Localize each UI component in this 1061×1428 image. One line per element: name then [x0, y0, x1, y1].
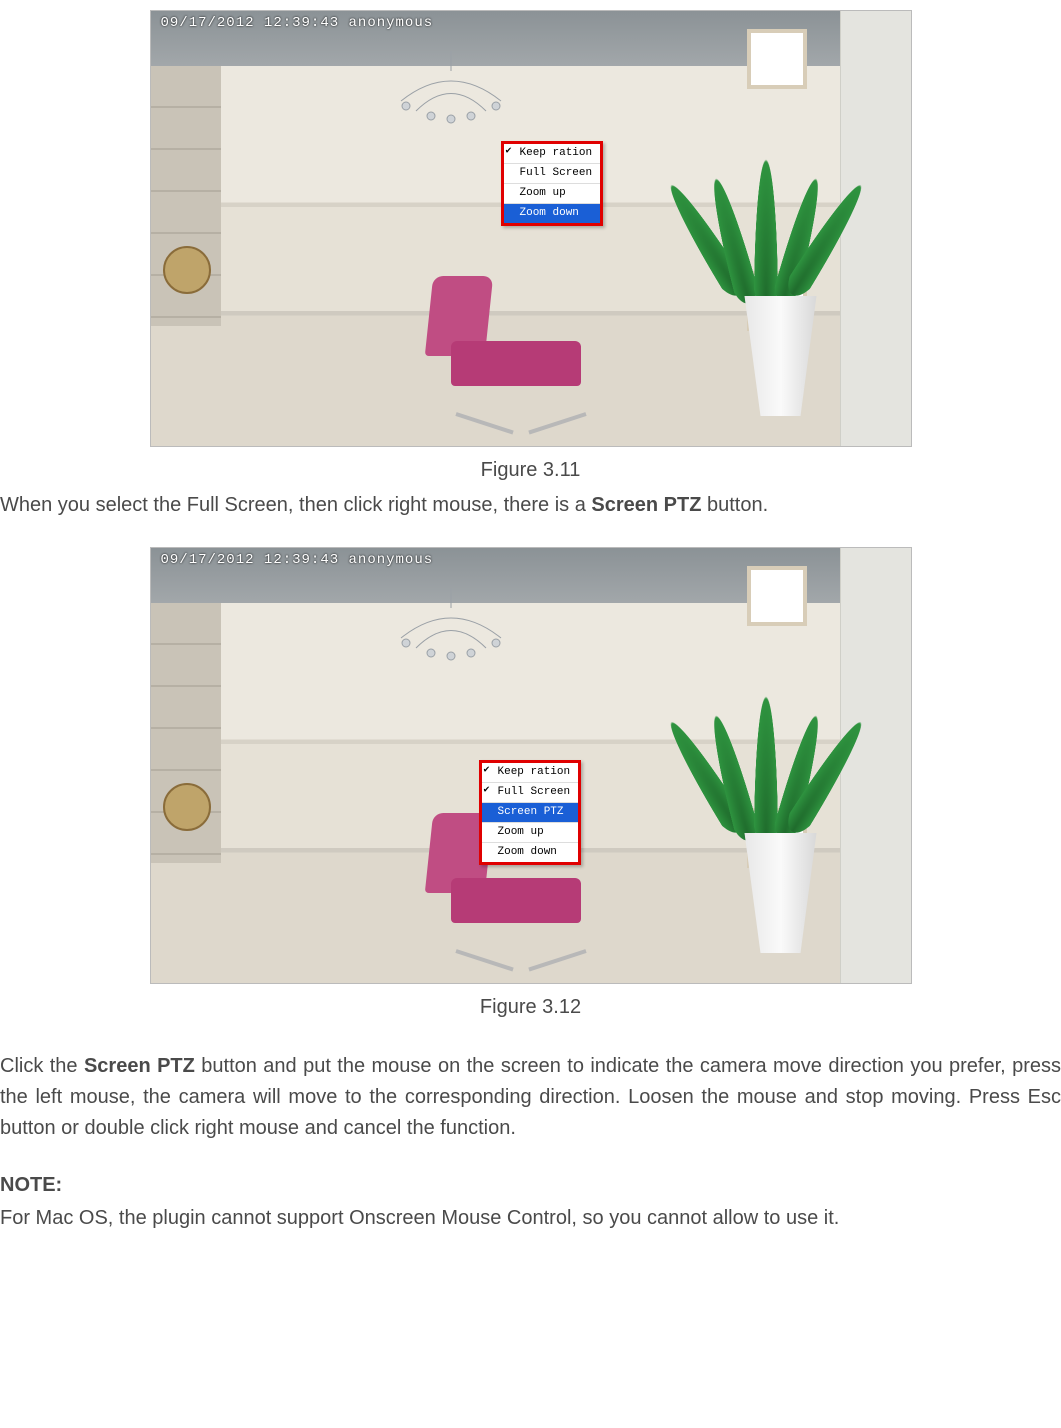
scene-planter [741, 833, 821, 953]
scene-plant [681, 663, 851, 843]
paragraph-after-fig-3-12: Click the Screen PTZ button and put the … [0, 1051, 1061, 1144]
figure-3-12-screenshot: 09/17/2012 12:39:43 anonymous Keep ratio… [150, 547, 912, 984]
scene-plant [681, 126, 851, 306]
scene-left-wall [151, 66, 221, 326]
camera-timestamp-overlay: 09/17/2012 12:39:43 anonymous [161, 13, 434, 35]
scene-chair [411, 276, 621, 416]
figure-3-12-caption: Figure 3.12 [0, 992, 1061, 1023]
scene-left-wall [151, 603, 221, 863]
text: button. [701, 494, 768, 516]
context-menu-item[interactable]: Zoom up [482, 823, 578, 843]
context-menu-item[interactable]: Keep ration [482, 763, 578, 783]
text-bold: Screen PTZ [591, 494, 701, 516]
figure-3-11-caption: Figure 3.11 [0, 455, 1061, 486]
context-menu[interactable]: Keep rationFull ScreenZoom upZoom down [501, 141, 603, 226]
context-menu-item[interactable]: Zoom down [504, 204, 600, 223]
context-menu[interactable]: Keep rationFull ScreenScreen PTZZoom upZ… [479, 760, 581, 865]
context-menu-item[interactable]: Full Screen [482, 783, 578, 803]
scene-picture-frame [747, 566, 807, 626]
context-menu-item[interactable]: Full Screen [504, 164, 600, 184]
context-menu-item[interactable]: Zoom up [504, 184, 600, 204]
scene-chandelier [381, 51, 521, 141]
camera-timestamp-overlay: 09/17/2012 12:39:43 anonymous [161, 550, 434, 572]
text: When you select the Full Screen, then cl… [0, 494, 591, 516]
context-menu-item[interactable]: Keep ration [504, 144, 600, 164]
note-body: For Mac OS, the plugin cannot support On… [0, 1203, 1061, 1234]
scene-planter [741, 296, 821, 416]
context-menu-item[interactable]: Screen PTZ [482, 803, 578, 823]
context-menu-item[interactable]: Zoom down [482, 843, 578, 862]
note-heading: NOTE: [0, 1170, 1061, 1201]
scene-picture-frame [747, 29, 807, 89]
text: Click the [0, 1055, 84, 1077]
paragraph-after-fig-3-11: When you select the Full Screen, then cl… [0, 490, 1061, 521]
figure-3-11-screenshot: 09/17/2012 12:39:43 anonymous Keep ratio… [150, 10, 912, 447]
scene-chandelier [381, 588, 521, 678]
text-bold: Screen PTZ [84, 1055, 195, 1077]
